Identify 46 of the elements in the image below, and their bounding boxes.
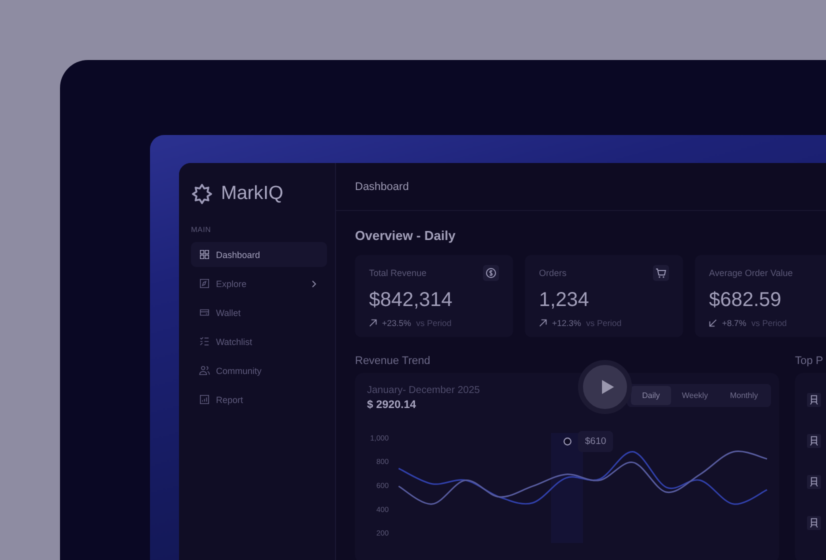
total-amount: $ 2920.14 — [367, 399, 417, 411]
stat-value: $682.59 — [709, 289, 782, 312]
stat-change: +8.7% — [722, 318, 746, 328]
product-icon — [807, 516, 821, 530]
stat-note: vs Period — [416, 318, 452, 328]
sidebar-item[interactable]: Explore — [191, 271, 327, 296]
stat-label: Total Revenue — [369, 268, 427, 278]
sidebar-item[interactable]: Report — [191, 387, 327, 412]
users-icon — [199, 365, 210, 376]
chart-icon — [199, 394, 210, 405]
period-tab[interactable]: Monthly — [718, 386, 769, 405]
grid-icon — [199, 249, 210, 260]
period-tab[interactable]: Weekly — [670, 386, 719, 405]
arrow-down-left-icon — [709, 319, 717, 327]
wallet-icon — [199, 307, 210, 318]
section-title: Revenue Trend — [355, 355, 432, 367]
checklist-icon — [199, 336, 210, 347]
section-title: Overview - Daily — [355, 228, 456, 243]
period-tab[interactable]: Daily — [631, 386, 671, 405]
dollar-icon — [483, 265, 499, 281]
sidebar-item[interactable]: Community — [191, 358, 327, 383]
arrow-up-right-icon — [539, 319, 547, 327]
stat-label: Average Order Value — [709, 268, 793, 278]
product-icon — [807, 475, 821, 489]
cart-icon — [653, 265, 669, 281]
app-logo-text: MarkIQ — [221, 183, 284, 205]
tooltip: $610 — [578, 431, 614, 452]
sidebar-item[interactable]: Watchlist — [191, 329, 327, 354]
product-icon — [807, 434, 821, 448]
star-logo-icon — [191, 183, 213, 205]
sidebar-item[interactable]: Wallet — [191, 300, 327, 325]
data-point-icon — [563, 437, 572, 446]
stat-label: Orders — [539, 268, 567, 278]
stat-value: $842,314 — [369, 289, 454, 312]
stat-note: vs Period — [751, 318, 787, 328]
page-title: Dashboard — [355, 180, 409, 192]
compass-icon — [199, 278, 210, 289]
stat-value: 1,234 — [539, 289, 590, 312]
sidebar-item[interactable]: Dashboard — [191, 242, 327, 267]
arrow-up-right-icon — [369, 319, 377, 327]
product-icon — [807, 393, 821, 407]
section-title: Top P — [795, 355, 824, 367]
stat-change: +23.5% — [382, 318, 412, 328]
stat-note: vs Period — [586, 318, 622, 328]
date-range: January- December 2025 — [367, 385, 480, 396]
stat-change: +12.3% — [552, 318, 582, 328]
